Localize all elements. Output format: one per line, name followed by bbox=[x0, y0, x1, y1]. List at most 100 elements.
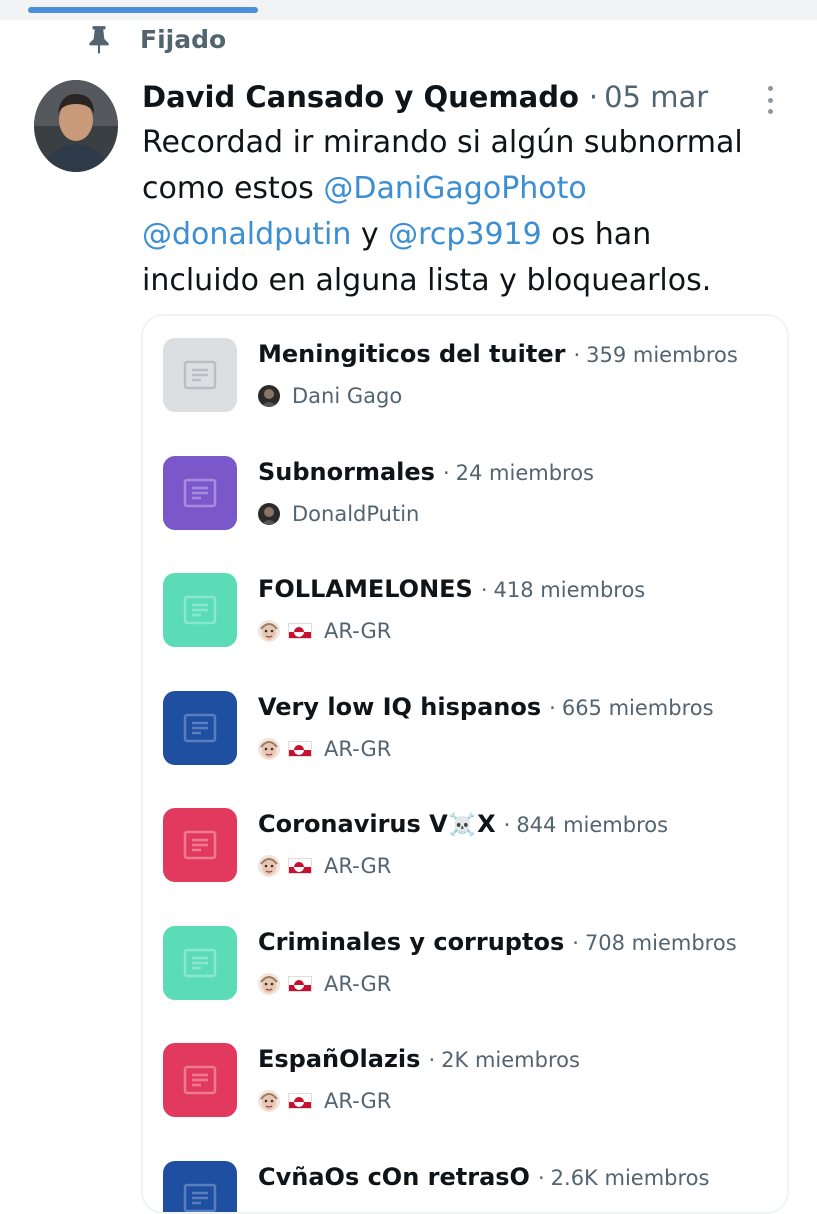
list-item[interactable]: EspañOlazis ·2K miembros AR-GR bbox=[143, 1031, 789, 1131]
list-title-row: Meningiticos del tuiter ·359 miembros bbox=[258, 340, 738, 368]
mention-rcp3919[interactable]: @rcp3919 bbox=[388, 217, 542, 252]
list-member-count: 418 miembros bbox=[494, 578, 646, 602]
list-separator: · bbox=[443, 461, 450, 485]
list-separator: · bbox=[538, 1166, 545, 1190]
list-item[interactable]: Criminales y corruptos ·708 miembros AR-GR bbox=[143, 914, 789, 1014]
list-owner: DonaldPutin bbox=[258, 500, 419, 528]
skull-icon: ☠️ bbox=[449, 813, 476, 838]
list-icon bbox=[163, 691, 237, 765]
greenland-flag-icon bbox=[288, 741, 312, 757]
list-item[interactable]: FOLLAMELONES ·418 miembros AR-GR bbox=[143, 561, 789, 661]
lists-card: Meningiticos del tuiter·359 miembrosDani… bbox=[141, 314, 789, 1214]
list-member-count: 359 miembros bbox=[586, 343, 738, 367]
list-owner: AR-GR bbox=[258, 852, 391, 880]
list-item[interactable]: Coronavirus V☠️X ·844 miembros AR-GR bbox=[143, 796, 789, 896]
owner-avatar bbox=[258, 503, 280, 525]
list-owner: AR-GR bbox=[258, 735, 391, 763]
list-name[interactable]: Meningiticos del tuiter bbox=[258, 340, 565, 368]
list-owner: AR-GR bbox=[258, 617, 391, 645]
list-title-row: CvñaOs cOn retrasO ·2.6K miembros bbox=[258, 1163, 709, 1191]
tweet-text-segment: os han bbox=[542, 217, 651, 252]
list-title-row: Criminales y corruptos ·708 miembros bbox=[258, 928, 737, 956]
more-vertical-icon[interactable] bbox=[758, 86, 782, 114]
list-name[interactable]: Coronavirus V☠️X bbox=[258, 810, 496, 838]
list-member-count: 2.6K miembros bbox=[551, 1166, 710, 1190]
list-title-row: Very low IQ hispanos·665 miembros bbox=[258, 693, 714, 721]
tweet-line-1: Recordad ir mirando si algún subnormal bbox=[142, 120, 782, 166]
list-name-part: Coronavirus V bbox=[258, 810, 448, 838]
list-title-row: Subnormales ·24 miembros bbox=[258, 458, 594, 486]
list-item[interactable]: Very low IQ hispanos·665 miembrosAR-GR bbox=[143, 679, 789, 779]
tweet-date[interactable]: 05 mar bbox=[604, 80, 708, 114]
tweet-text-segment: como estos bbox=[142, 171, 323, 206]
tweet-line-3: @donaldputin y @rcp3919 os han bbox=[142, 212, 782, 258]
list-separator: · bbox=[573, 343, 580, 367]
owner-name[interactable]: AR-GR bbox=[324, 854, 391, 878]
list-separator: · bbox=[428, 1048, 435, 1072]
list-icon bbox=[163, 808, 237, 882]
list-name[interactable]: FOLLAMELONES bbox=[258, 575, 473, 603]
list-separator: · bbox=[504, 813, 511, 837]
greenland-flag-icon bbox=[288, 858, 312, 874]
list-name[interactable]: Very low IQ hispanos bbox=[258, 693, 541, 721]
list-name-part: X bbox=[477, 810, 496, 838]
list-name[interactable]: Criminales y corruptos bbox=[258, 928, 564, 956]
owner-name[interactable]: AR-GR bbox=[324, 737, 391, 761]
list-name[interactable]: EspañOlazis bbox=[258, 1045, 420, 1073]
list-separator: · bbox=[549, 696, 556, 720]
owner-avatar bbox=[258, 385, 280, 407]
list-title-row: EspañOlazis ·2K miembros bbox=[258, 1045, 580, 1073]
list-member-count: 708 miembros bbox=[585, 931, 737, 955]
owner-avatar bbox=[258, 973, 280, 995]
list-icon bbox=[163, 573, 237, 647]
list-document-icon bbox=[183, 478, 217, 508]
pinned-label: Fijado bbox=[140, 25, 226, 54]
pin-icon bbox=[86, 24, 112, 54]
mention-donaldputin[interactable]: @donaldputin bbox=[142, 217, 351, 252]
list-name[interactable]: CvñaOs cOn retrasO bbox=[258, 1163, 530, 1191]
owner-name[interactable]: AR-GR bbox=[324, 1089, 391, 1113]
list-separator: · bbox=[572, 931, 579, 955]
owner-avatar bbox=[258, 1090, 280, 1112]
list-document-icon bbox=[183, 360, 217, 390]
list-document-icon bbox=[183, 1183, 217, 1213]
status-bar bbox=[0, 0, 817, 20]
tweet-line-4: incluido en alguna lista y bloquearlos. bbox=[142, 258, 782, 304]
owner-avatar bbox=[258, 855, 280, 877]
author-avatar[interactable] bbox=[34, 80, 118, 172]
author-name[interactable]: David Cansado y Quemado bbox=[142, 80, 579, 114]
list-owner: Dani Gago bbox=[258, 382, 402, 410]
pinned-indicator: Fijado bbox=[86, 22, 226, 56]
list-separator: · bbox=[481, 578, 488, 602]
owner-name[interactable]: DonaldPutin bbox=[292, 502, 419, 526]
owner-avatar bbox=[258, 620, 280, 642]
list-owner: AR-GR bbox=[258, 970, 391, 998]
greenland-flag-icon bbox=[288, 976, 312, 992]
tweet-text: Recordad ir mirando si algún subnormal c… bbox=[142, 120, 782, 304]
list-icon bbox=[163, 1043, 237, 1117]
owner-name[interactable]: AR-GR bbox=[324, 619, 391, 643]
list-title-row: Coronavirus V☠️X ·844 miembros bbox=[258, 810, 668, 838]
header-separator: · bbox=[589, 80, 598, 114]
list-icon bbox=[163, 456, 237, 530]
mention-danigagophoto[interactable]: @DaniGagoPhoto bbox=[323, 171, 586, 206]
list-document-icon bbox=[183, 830, 217, 860]
list-item[interactable]: Subnormales ·24 miembros DonaldPutin bbox=[143, 444, 789, 544]
list-item[interactable]: CvñaOs cOn retrasO ·2.6K miembros bbox=[143, 1149, 789, 1214]
list-title-row: FOLLAMELONES ·418 miembros bbox=[258, 575, 645, 603]
list-document-icon bbox=[183, 595, 217, 625]
list-name[interactable]: Subnormales bbox=[258, 458, 435, 486]
tweet-text-segment: y bbox=[351, 217, 388, 252]
list-owner: AR-GR bbox=[258, 1087, 391, 1115]
list-document-icon bbox=[183, 1065, 217, 1095]
owner-name[interactable]: AR-GR bbox=[324, 972, 391, 996]
owner-name[interactable]: Dani Gago bbox=[292, 384, 402, 408]
list-member-count: 24 miembros bbox=[456, 461, 594, 485]
greenland-flag-icon bbox=[288, 1093, 312, 1109]
list-item[interactable]: Meningiticos del tuiter ·359 miembros Dani… bbox=[143, 326, 789, 426]
list-member-count: 2K miembros bbox=[441, 1048, 580, 1072]
list-icon bbox=[163, 926, 237, 1000]
list-member-count: 844 miembros bbox=[516, 813, 668, 837]
list-document-icon bbox=[183, 948, 217, 978]
list-icon bbox=[163, 1161, 237, 1214]
